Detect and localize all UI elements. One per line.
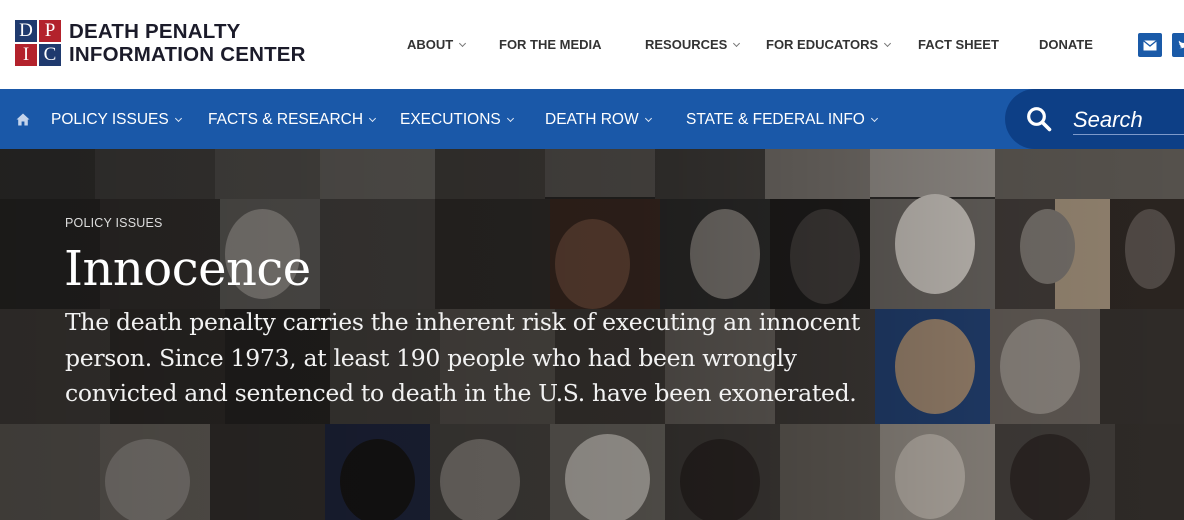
- top-nav-label: DONATE: [1039, 37, 1093, 52]
- search-button[interactable]: Search: [1005, 89, 1184, 149]
- nav-label: EXECUTIONS: [400, 111, 501, 128]
- search-underline: [1073, 134, 1184, 135]
- logo-wordmark: DEATH PENALTY INFORMATION CENTER: [69, 20, 306, 66]
- page-description: The death penalty carries the inherent r…: [65, 308, 861, 407]
- top-header: D P I C DEATH PENALTY INFORMATION CENTER…: [0, 0, 1184, 89]
- nav-label: STATE & FEDERAL INFO: [686, 111, 865, 128]
- top-nav-resources[interactable]: RESOURCES: [645, 37, 741, 52]
- breadcrumb[interactable]: POLICY ISSUES: [65, 216, 163, 230]
- top-nav-label: RESOURCES: [645, 37, 728, 52]
- chevron-down-icon: [459, 39, 467, 48]
- email-icon: [1143, 39, 1157, 50]
- top-nav-label: FACT SHEET: [918, 37, 999, 52]
- logo-letter: C: [39, 44, 61, 66]
- chevron-down-icon: [174, 114, 182, 123]
- top-nav-about[interactable]: ABOUT: [407, 37, 467, 52]
- twitter-icon: [1178, 40, 1184, 49]
- main-nav: POLICY ISSUES FACTS & RESEARCH EXECUTION…: [0, 89, 1184, 149]
- top-nav-label: FOR THE MEDIA: [499, 37, 602, 52]
- chevron-down-icon: [733, 39, 741, 48]
- nav-label: DEATH ROW: [545, 111, 639, 128]
- email-button[interactable]: [1138, 33, 1162, 57]
- chevron-down-icon: [884, 39, 892, 48]
- chevron-down-icon: [870, 114, 878, 123]
- nav-executions[interactable]: EXECUTIONS: [400, 111, 514, 129]
- top-nav-label: ABOUT: [407, 37, 454, 52]
- logo-letter: P: [39, 20, 61, 42]
- chevron-down-icon: [506, 114, 514, 123]
- nav-death-row[interactable]: DEATH ROW: [545, 111, 652, 129]
- nav-label: FACTS & RESEARCH: [208, 111, 364, 128]
- page-title: Innocence: [64, 241, 311, 297]
- logo-letter: D: [15, 20, 37, 42]
- chevron-down-icon: [644, 114, 652, 123]
- top-nav-for-educators[interactable]: FOR EDUCATORS: [766, 37, 892, 52]
- nav-facts-research[interactable]: FACTS & RESEARCH: [208, 111, 377, 129]
- top-nav-fact-sheet[interactable]: FACT SHEET: [918, 37, 999, 52]
- dpic-logo[interactable]: D P I C DEATH PENALTY INFORMATION CENTER: [15, 20, 306, 66]
- top-nav-donate[interactable]: DONATE: [1039, 37, 1093, 52]
- logo-line-1: DEATH PENALTY: [69, 20, 241, 43]
- logo-mark: D P I C: [15, 20, 61, 66]
- nav-label: POLICY ISSUES: [51, 111, 169, 128]
- twitter-button[interactable]: [1172, 33, 1184, 57]
- logo-letter: I: [15, 44, 37, 66]
- search-label: Search: [1073, 107, 1143, 132]
- chevron-down-icon: [368, 114, 377, 123]
- nav-policy-issues[interactable]: POLICY ISSUES: [51, 111, 182, 129]
- home-icon[interactable]: [16, 113, 30, 126]
- hero-banner: POLICY ISSUES Innocence The death penalt…: [0, 149, 1184, 520]
- search-icon: [1027, 107, 1052, 132]
- nav-state-federal-info[interactable]: STATE & FEDERAL INFO: [686, 111, 878, 129]
- top-nav-for-the-media[interactable]: FOR THE MEDIA: [499, 37, 602, 52]
- top-nav-label: FOR EDUCATORS: [766, 37, 879, 52]
- logo-line-2: INFORMATION CENTER: [69, 43, 306, 66]
